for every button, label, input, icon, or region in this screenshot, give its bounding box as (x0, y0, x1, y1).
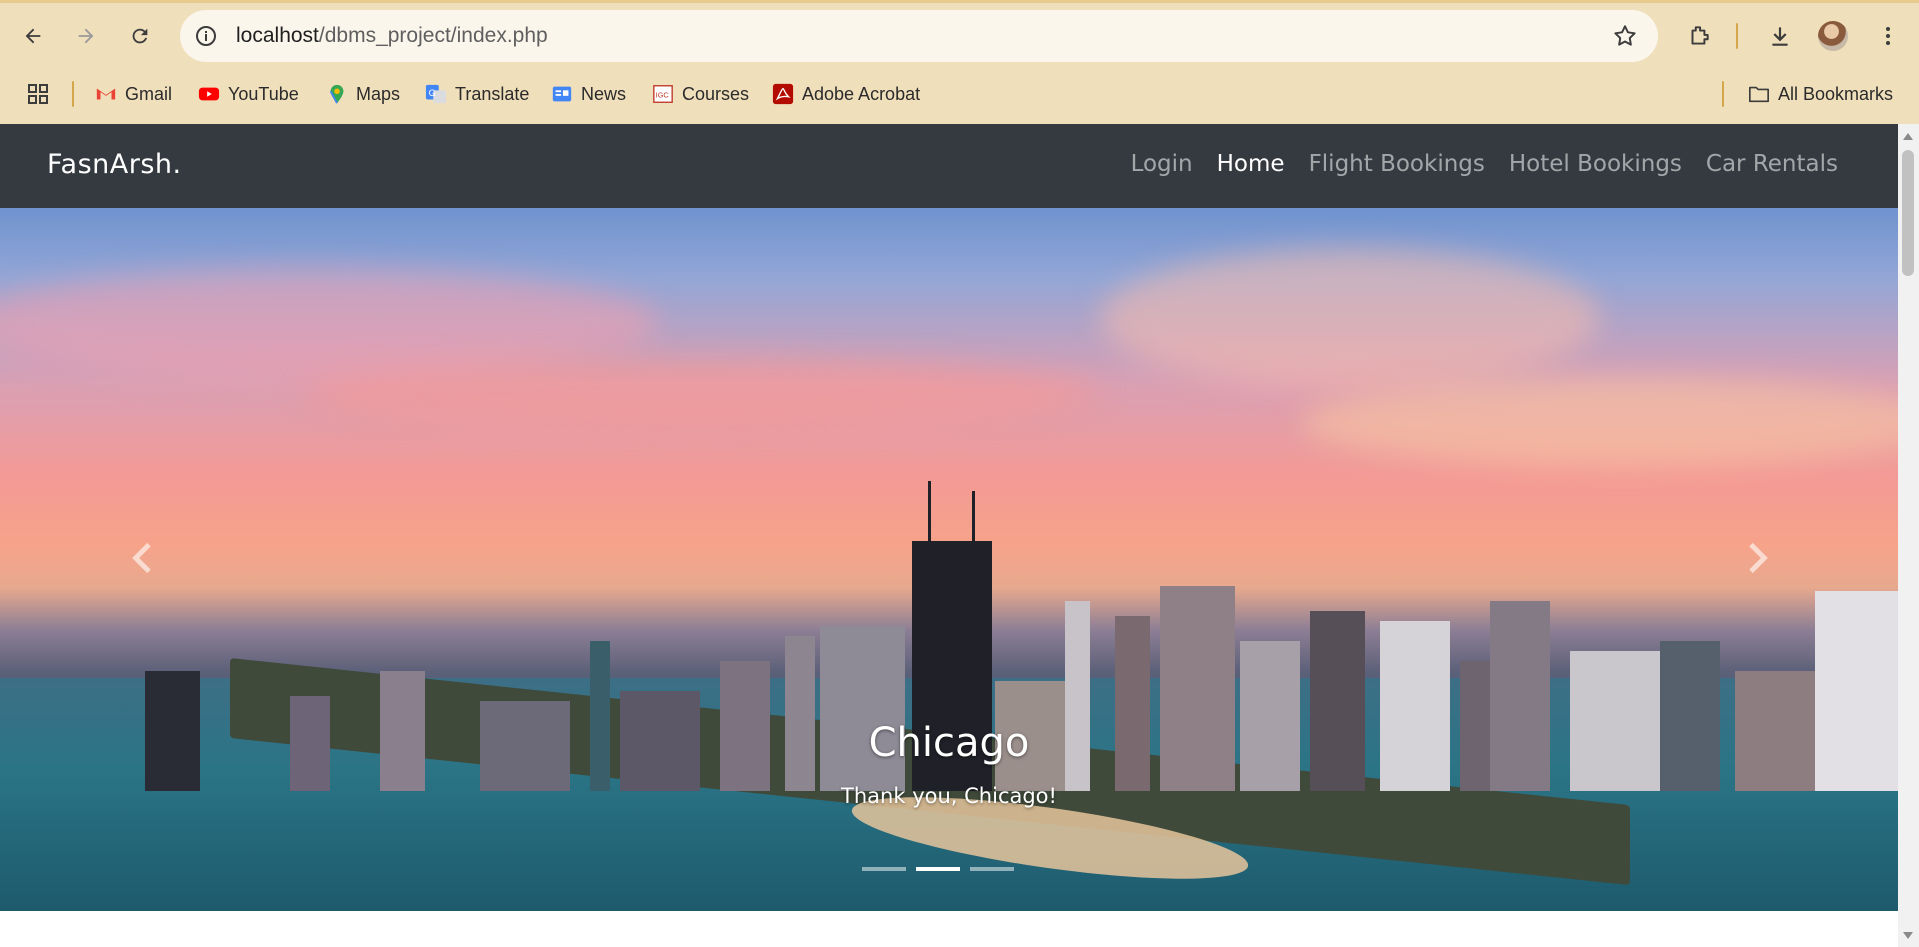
nav-login[interactable]: Login (1131, 151, 1193, 177)
folder-icon (1748, 83, 1770, 105)
bookmarks-separator-right (1722, 81, 1724, 107)
translate-icon: G (425, 83, 447, 105)
arrow-right-icon (78, 28, 94, 44)
menu-kebab-icon[interactable] (1872, 20, 1904, 52)
nav-home[interactable]: Home (1217, 151, 1285, 177)
bookmark-label: Gmail (125, 83, 173, 104)
nav-car-rentals[interactable]: Car Rentals (1706, 151, 1838, 177)
download-icon[interactable] (1764, 20, 1796, 52)
maps-icon (326, 83, 348, 105)
extensions-icon[interactable] (1683, 20, 1715, 52)
carousel-indicator-active[interactable] (916, 867, 960, 871)
reload-button[interactable] (122, 18, 158, 54)
bookmark-label: Adobe Acrobat (802, 83, 921, 104)
bookmark-translate[interactable]: G Translate (425, 80, 529, 108)
arrow-left-icon (25, 28, 41, 44)
carousel-prev-button[interactable] (124, 538, 164, 578)
carousel-caption-subtitle: Thank you, Chicago! (841, 784, 1057, 808)
site-info-icon[interactable] (192, 22, 220, 50)
bookmark-gmail[interactable]: Gmail (95, 80, 172, 108)
svg-text:G: G (429, 88, 436, 98)
chevron-right-icon (1749, 542, 1768, 574)
page-scrollbar[interactable] (1898, 124, 1919, 947)
back-button[interactable] (15, 18, 51, 54)
bookmark-label: Maps (356, 83, 401, 104)
carousel-indicator[interactable] (970, 867, 1014, 871)
gmail-icon (95, 83, 117, 105)
forward-button[interactable] (68, 18, 104, 54)
scrollbar-thumb[interactable] (1902, 150, 1914, 276)
chevron-left-icon (132, 542, 151, 574)
all-bookmarks-label: All Bookmarks (1778, 83, 1894, 104)
nav-links: Login Home Flight Bookings Hotel Booking… (1131, 151, 1838, 177)
brand-logo[interactable]: FasnArsh. (47, 149, 182, 180)
bookmark-label: Courses (682, 83, 750, 104)
nav-hotel-bookings[interactable]: Hotel Bookings (1509, 151, 1682, 177)
bookmark-maps[interactable]: Maps (326, 80, 400, 108)
address-bar[interactable]: localhost/dbms_project/index.php (180, 10, 1658, 62)
tab-strip-edge (0, 0, 1919, 3)
acrobat-icon (772, 83, 794, 105)
scroll-up-arrow-icon[interactable] (1903, 133, 1913, 140)
carousel-indicators (862, 867, 1014, 871)
all-bookmarks-button[interactable]: All Bookmarks (1748, 80, 1893, 108)
site-navbar: FasnArsh. Login Home Flight Bookings Hot… (0, 124, 1898, 208)
hero-carousel: Chicago Thank you, Chicago! (0, 208, 1898, 911)
bookmark-courses[interactable]: IGC Courses (652, 80, 749, 108)
browser-toolbar: localhost/dbms_project/index.php Gmail Y… (0, 0, 1919, 124)
news-icon (551, 83, 573, 105)
bookmark-star-icon[interactable] (1612, 23, 1638, 49)
carousel-caption-title: Chicago (868, 720, 1030, 766)
carousel-next-button[interactable] (1736, 538, 1776, 578)
url-host: localhost (236, 24, 319, 47)
reload-icon (132, 28, 148, 44)
svg-text:IGC: IGC (656, 91, 670, 100)
bookmark-news[interactable]: News (551, 80, 626, 108)
bookmarks-separator (72, 81, 74, 107)
bookmark-label: News (581, 83, 627, 104)
bookmark-adobe-acrobat[interactable]: Adobe Acrobat (772, 80, 920, 108)
apps-grid-icon[interactable] (26, 80, 50, 108)
youtube-icon (198, 83, 220, 105)
profile-avatar[interactable] (1818, 21, 1848, 51)
scroll-down-arrow-icon[interactable] (1903, 932, 1913, 939)
bookmark-label: YouTube (228, 83, 299, 104)
url-path: /dbms_project/index.php (318, 24, 548, 47)
courses-icon: IGC (652, 83, 674, 105)
url-text: localhost/dbms_project/index.php (236, 24, 548, 48)
bookmarks-bar: Gmail YouTube Maps G Translate News IGC … (0, 72, 1919, 112)
toolbar-separator (1736, 23, 1738, 49)
bookmark-label: Translate (455, 83, 530, 104)
nav-flight-bookings[interactable]: Flight Bookings (1309, 151, 1485, 177)
bookmark-youtube[interactable]: YouTube (198, 80, 299, 108)
carousel-indicator[interactable] (862, 867, 906, 871)
